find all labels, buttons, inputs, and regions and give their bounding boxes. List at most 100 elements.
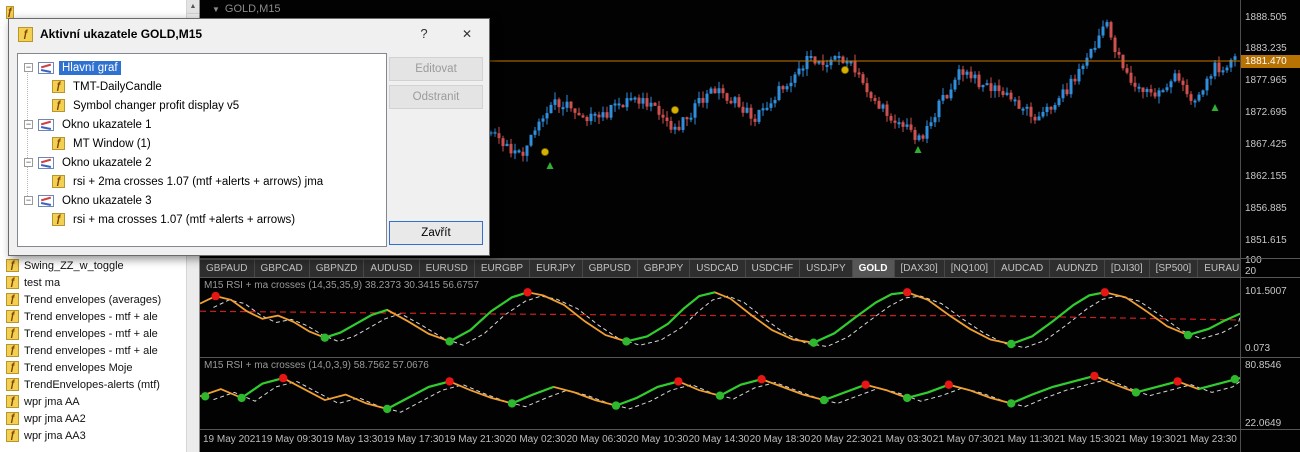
symbol-tab[interactable]: AUDUSD — [364, 260, 420, 277]
indicator-icon — [6, 327, 19, 340]
navigator-item[interactable]: Trend envelopes Moje — [0, 359, 186, 376]
symbol-tab[interactable]: AUDCAD — [995, 260, 1051, 277]
tree-item[interactable]: Symbol changer profit display v5 — [20, 96, 384, 115]
axis-label: 1862.155 — [1245, 171, 1287, 182]
navigator-item[interactable]: wpr jma AA2 — [0, 410, 186, 427]
symbol-tab[interactable]: GOLD — [852, 260, 895, 277]
navigator-item[interactable]: wpr jma AA3 — [0, 427, 186, 444]
indicator-icon — [52, 175, 65, 188]
symbol-tab[interactable]: EURUSD — [420, 260, 475, 277]
symbol-tab[interactable]: GBPAUD — [200, 260, 255, 277]
symbol-tabs-bar: GBPAUD GBPCAD GBPNZD AUDUSD EURUSD EURGBP EURJ… — [200, 259, 1240, 277]
tree-item[interactable]: MT Window (1) — [20, 134, 384, 153]
navigator-item-label: Trend envelopes Moje — [24, 361, 133, 374]
chart-window-icon — [38, 118, 54, 131]
tree-item[interactable]: TMT-DailyCandle — [20, 77, 384, 96]
mt-terminal: ▼ GOLD,M15 1881.470 1888.505 1883.235 1877… — [0, 0, 1300, 452]
navigator-item[interactable]: TrendEnvelopes-alerts (mtf) — [0, 376, 186, 393]
symbol-tab[interactable]: GBPJPY — [638, 260, 691, 277]
axis-label: 1872.695 — [1245, 107, 1287, 118]
symbol-tab[interactable]: [DAX30] — [895, 260, 945, 277]
collapse-toggle[interactable] — [24, 63, 33, 72]
tree-item[interactable]: Okno ukazatele 2 — [20, 153, 384, 172]
tree-item[interactable]: Hlavní graf — [20, 58, 384, 77]
indicator-window-1[interactable]: M15 RSI + ma crosses (14,35,35,9) 38.237… — [200, 278, 1240, 357]
separator[interactable] — [200, 429, 1300, 430]
scroll-up-arrow[interactable]: ▲ — [187, 0, 199, 14]
tree-item[interactable]: Okno ukazatele 3 — [20, 191, 384, 210]
navigator-item[interactable]: test ma — [0, 274, 186, 291]
time-label: 21 May 15:30 — [1054, 434, 1115, 445]
indicator-icon — [6, 361, 19, 374]
symbol-tab[interactable]: [DJI30] — [1105, 260, 1150, 277]
dialog-title: Aktivní ukazatele GOLD,M15 — [40, 27, 203, 41]
navigator-item[interactable]: Trend envelopes (averages) — [0, 291, 186, 308]
time-label: 21 May 23:30 — [1176, 434, 1237, 445]
chart-window-icon — [38, 156, 54, 169]
chevron-down-icon: ▼ — [212, 4, 220, 14]
symbol-tab[interactable]: GBPNZD — [310, 260, 365, 277]
help-button[interactable]: ? — [411, 23, 437, 45]
time-label: 19 May 21:30 — [444, 434, 506, 445]
navigator-item-label: Trend envelopes (averages) — [24, 293, 162, 306]
time-label: 20 May 06:30 — [566, 434, 628, 445]
tree-item-label: TMT-DailyCandle — [73, 80, 162, 93]
navigator-item[interactable]: Trend envelopes - mtf + ale — [0, 342, 186, 359]
separator[interactable] — [200, 357, 1300, 358]
navigator-item-label: Swing_ZZ_w_toggle — [24, 259, 124, 272]
tree-item[interactable]: Okno ukazatele 1 — [20, 115, 384, 134]
tree-item-label: rsi + 2ma crosses 1.07 (mtf +alerts + ar… — [73, 175, 324, 188]
navigator-item-label: test ma — [24, 276, 61, 289]
symbol-tab[interactable]: GBPCAD — [255, 260, 310, 277]
tree-item-label: Okno ukazatele 2 — [62, 156, 152, 169]
symbol-tab[interactable]: EURJPY — [530, 260, 583, 277]
axis-label: 0.073 — [1245, 343, 1271, 354]
axis-label: 1851.615 — [1245, 235, 1287, 246]
symbol-tab[interactable]: [SP500] — [1150, 260, 1199, 277]
time-label: 21 May 11:30 — [993, 434, 1054, 445]
remove-button[interactable]: Odstranit — [389, 85, 483, 109]
tree-item[interactable]: rsi + 2ma crosses 1.07 (mtf +alerts + ar… — [20, 172, 384, 191]
collapse-toggle[interactable] — [24, 196, 33, 205]
chart-symbol-text: GOLD,M15 — [224, 3, 281, 15]
tree-item-label: rsi + ma crosses 1.07 (mtf +alerts + arr… — [73, 213, 296, 226]
tree-item[interactable]: rsi + ma crosses 1.07 (mtf +alerts + arr… — [20, 210, 384, 229]
tree-item-label: MT Window (1) — [73, 137, 151, 150]
chart-window-icon — [38, 194, 54, 207]
symbol-tab[interactable]: USDCAD — [690, 260, 746, 277]
navigator-item[interactable]: Trend envelopes - mtf + ale — [0, 308, 186, 325]
time-label: 19 May 13:30 — [322, 434, 383, 445]
time-label: 20 May 18:30 — [749, 434, 811, 445]
chart-window-icon — [38, 61, 54, 74]
time-label: 19 May 17:30 — [383, 434, 444, 445]
separator[interactable] — [200, 277, 1300, 278]
indicator-icon — [6, 395, 19, 408]
edit-button[interactable]: Editovat — [389, 57, 483, 81]
indicator-2-label: M15 RSI + ma crosses (14,0,3,9) 58.7562 … — [204, 360, 429, 371]
symbol-tab[interactable]: EURGBP — [475, 260, 531, 277]
chart-symbol-label[interactable]: ▼ GOLD,M15 — [212, 3, 281, 15]
close-icon[interactable]: ✕ — [454, 23, 480, 45]
symbol-tab[interactable]: [NQ100] — [945, 260, 996, 277]
indicator-icon — [6, 276, 19, 289]
navigator-item[interactable]: Swing_ZZ_w_toggle — [0, 257, 186, 274]
indicator-icon — [52, 137, 65, 150]
collapse-toggle[interactable] — [24, 158, 33, 167]
symbol-tab[interactable]: USDJPY — [800, 260, 853, 277]
dialog-title-bar[interactable]: Aktivní ukazatele GOLD,M15 ? ✕ — [9, 19, 489, 49]
close-button[interactable]: Zavřít — [389, 221, 483, 245]
navigator-item[interactable]: wpr jma AA — [0, 393, 186, 410]
axis-label: 1877.965 — [1245, 75, 1287, 86]
symbol-tab[interactable]: AUDNZD — [1050, 260, 1105, 277]
indicator-icon — [6, 293, 19, 306]
time-label: 20 May 22:30 — [810, 434, 872, 445]
navigator-item[interactable]: Trend envelopes - mtf + ale — [0, 325, 186, 342]
navigator-list: Swing_ZZ_w_toggletest ma Trend envelopes … — [0, 257, 186, 444]
indicator-window-2[interactable]: M15 RSI + ma crosses (14,0,3,9) 58.7562 … — [200, 358, 1240, 429]
symbol-tab[interactable]: EURAUD — [1198, 260, 1240, 277]
collapse-toggle[interactable] — [24, 120, 33, 129]
symbol-tab[interactable]: GBPUSD — [583, 260, 638, 277]
symbol-tab[interactable]: USDCHF — [746, 260, 801, 277]
time-label: 21 May 03:30 — [871, 434, 933, 445]
indicator-icon — [6, 429, 19, 442]
